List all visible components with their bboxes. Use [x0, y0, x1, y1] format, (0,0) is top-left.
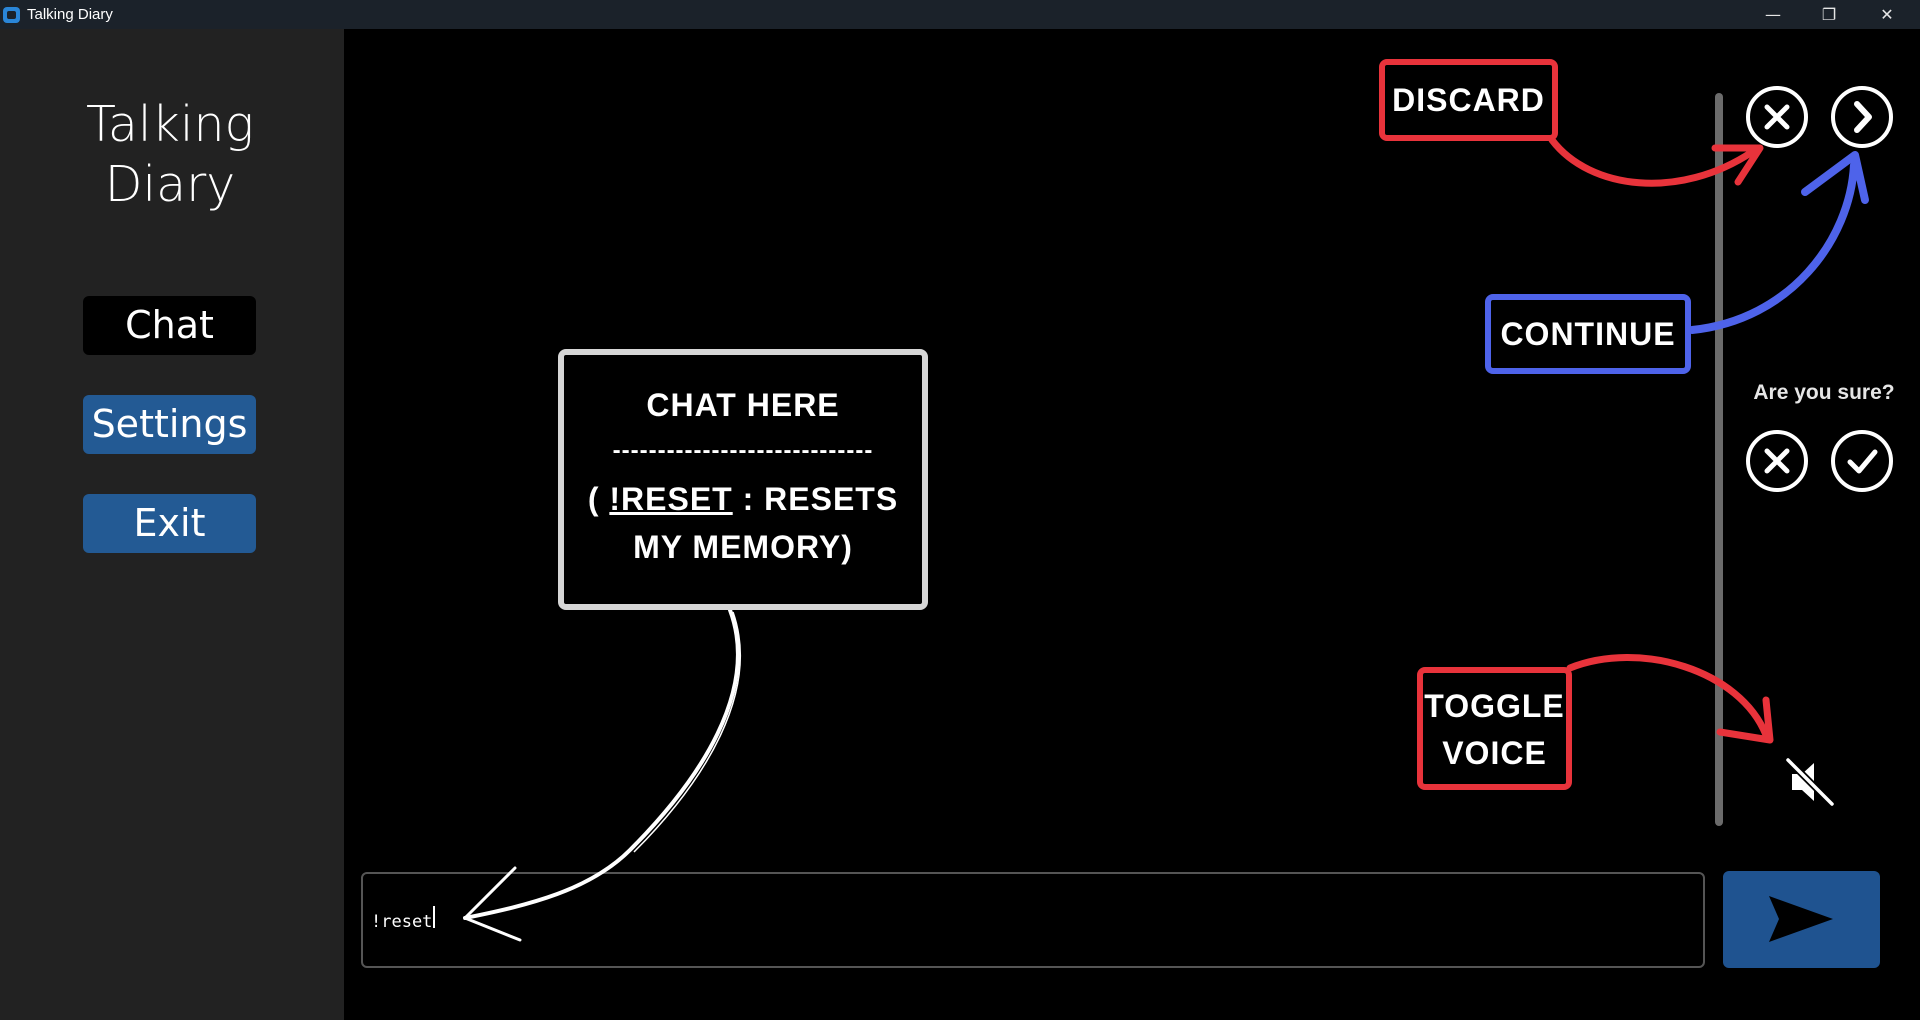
- continue-button[interactable]: [1831, 86, 1893, 148]
- discard-button[interactable]: [1746, 86, 1808, 148]
- chat-here-command: !RESET: [609, 481, 733, 517]
- check-icon: [1847, 449, 1878, 474]
- sidebar-item-settings[interactable]: Settings: [83, 395, 256, 454]
- send-button[interactable]: [1723, 871, 1880, 968]
- send-icon: [1769, 896, 1833, 942]
- chat-here-divider: -----------------------------: [612, 437, 874, 464]
- app-name-heading: Talking Diary: [86, 96, 254, 213]
- chat-here-description: ( !RESET : RESETS MY MEMORY): [564, 475, 922, 571]
- chat-here-callout: CHAT HERE ----------------------------- …: [558, 349, 928, 610]
- continue-callout-label: CONTINUE: [1500, 316, 1676, 352]
- sidebar: Talking Diary Chat Settings Exit: [0, 29, 344, 1020]
- continue-callout: CONTINUE: [1485, 294, 1691, 374]
- minimize-button[interactable]: —: [1744, 0, 1802, 29]
- close-window-button[interactable]: ✕: [1858, 0, 1916, 29]
- discard-callout-label: DISCARD: [1392, 82, 1545, 118]
- toggle-voice-callout-line1: TOGGLE: [1424, 688, 1565, 724]
- sidebar-item-chat[interactable]: Chat: [83, 296, 256, 355]
- chat-scrollbar[interactable]: [1715, 93, 1723, 826]
- confirm-button[interactable]: [1831, 430, 1893, 492]
- discard-callout: DISCARD: [1379, 59, 1558, 141]
- toggle-voice-callout-line2: VOICE: [1442, 735, 1547, 771]
- chat-input[interactable]: !reset: [361, 872, 1705, 968]
- sidebar-item-exit[interactable]: Exit: [83, 494, 256, 553]
- cancel-button[interactable]: [1746, 430, 1808, 492]
- x-circle-icon: [1764, 448, 1790, 474]
- window-title: Talking Diary: [27, 6, 113, 23]
- x-circle-icon: [1764, 104, 1790, 130]
- toggle-voice-callout: TOGGLE VOICE: [1417, 667, 1572, 790]
- app-icon: [3, 7, 20, 23]
- chevron-right-icon: [1854, 101, 1872, 133]
- toggle-voice-button[interactable]: [1780, 752, 1840, 812]
- chat-here-open-paren: (: [587, 481, 610, 517]
- confirm-prompt: Are you sure?: [1753, 381, 1895, 404]
- restore-button[interactable]: ❐: [1800, 0, 1858, 29]
- title-bar: Talking Diary — ❐ ✕: [0, 0, 1920, 29]
- text-cursor: [433, 906, 435, 928]
- speaker-muted-icon: [1785, 757, 1835, 807]
- chat-here-title: CHAT HERE: [646, 387, 840, 423]
